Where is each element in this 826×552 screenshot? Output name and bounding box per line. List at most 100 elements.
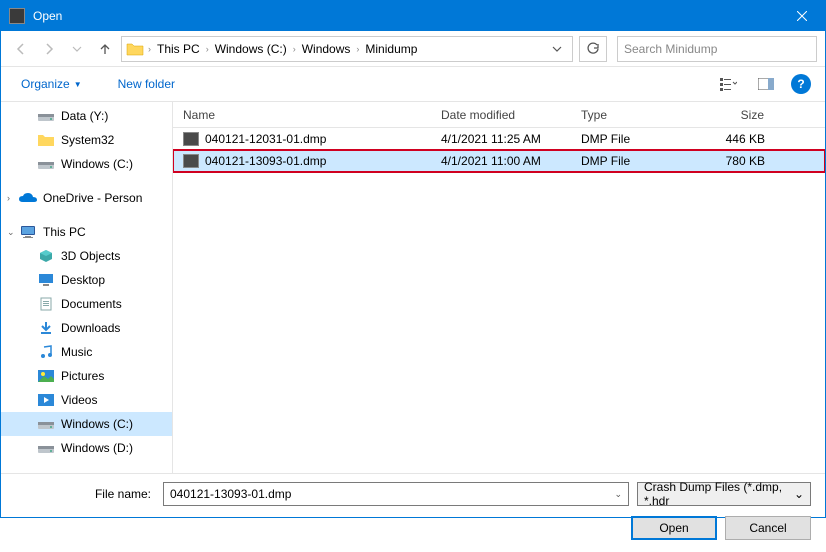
sidebar-item[interactable]: › OneDrive - Person (1, 186, 172, 210)
nav-recent-button[interactable] (65, 37, 89, 61)
pictures-icon (37, 368, 55, 384)
file-date: 4/1/2021 11:25 AM (431, 132, 571, 146)
close-button[interactable] (779, 1, 825, 31)
dmp-file-icon (183, 132, 199, 146)
search-input[interactable]: Search Minidump (617, 36, 817, 62)
breadcrumb-dropdown[interactable] (546, 46, 568, 52)
breadcrumb-sep: › (291, 44, 298, 54)
sidebar-item[interactable]: Windows (C:) (1, 152, 172, 176)
thispc-icon (19, 224, 37, 240)
address-bar: › This PC › Windows (C:) › Windows › Min… (1, 31, 825, 67)
column-name[interactable]: Name (173, 102, 431, 127)
breadcrumb-sep: › (146, 44, 153, 54)
column-type[interactable]: Type (571, 102, 695, 127)
breadcrumb-item[interactable]: Windows (C:) (211, 37, 291, 61)
footer: File name: 040121-13093-01.dmp ⌄ Crash D… (1, 473, 825, 552)
titlebar: Open (1, 1, 825, 31)
folder-icon (37, 132, 55, 148)
help-button[interactable]: ? (791, 74, 811, 94)
file-name: 040121-12031-01.dmp (205, 132, 326, 146)
dmp-file-icon (183, 154, 199, 168)
sidebar-item-label: Windows (C:) (61, 417, 133, 431)
3d-icon (37, 248, 55, 264)
preview-pane-button[interactable] (749, 72, 783, 96)
organize-button[interactable]: Organize ▼ (15, 73, 88, 95)
chevron-down-icon (72, 46, 82, 52)
sidebar-item[interactable]: Music (1, 340, 172, 364)
sidebar-item-label: Windows (C:) (61, 157, 133, 171)
sidebar-item[interactable]: Documents (1, 292, 172, 316)
sidebar-item[interactable]: Windows (D:) (1, 436, 172, 460)
docs-icon (37, 296, 55, 312)
drive-icon (37, 416, 55, 432)
column-date[interactable]: Date modified (431, 102, 571, 127)
app-icon (9, 8, 25, 24)
tree-expander-icon[interactable]: ⌄ (7, 227, 19, 238)
refresh-button[interactable] (579, 36, 607, 62)
sidebar-item[interactable]: 3D Objects (1, 244, 172, 268)
file-type: DMP File (571, 154, 695, 168)
drive-icon (37, 108, 55, 124)
file-list-header: Name Date modified Type Size (173, 102, 825, 128)
arrow-left-icon (14, 42, 28, 56)
file-size: 780 KB (695, 154, 775, 168)
sidebar-item-label: Downloads (61, 321, 120, 335)
filename-input[interactable]: 040121-13093-01.dmp ⌄ (163, 482, 629, 506)
videos-icon (37, 392, 55, 408)
file-row[interactable]: 040121-12031-01.dmp 4/1/2021 11:25 AM DM… (173, 128, 825, 150)
refresh-icon (586, 42, 600, 56)
chevron-down-icon (552, 46, 562, 52)
drive-icon (37, 440, 55, 456)
sidebar[interactable]: Data (Y:) System32 Windows (C:) › OneDrive -… (1, 102, 173, 473)
sidebar-item[interactable]: Pictures (1, 364, 172, 388)
search-placeholder: Search Minidump (624, 42, 717, 56)
cancel-button[interactable]: Cancel (725, 516, 811, 540)
file-row[interactable]: 040121-13093-01.dmp 4/1/2021 11:00 AM DM… (173, 150, 825, 172)
new-folder-button[interactable]: New folder (112, 73, 181, 95)
column-size[interactable]: Size (695, 102, 775, 127)
file-name: 040121-13093-01.dmp (205, 154, 326, 168)
sidebar-item[interactable]: Windows (C:) (1, 412, 172, 436)
sidebar-item-label: Videos (61, 393, 97, 407)
open-button[interactable]: Open (631, 516, 717, 540)
arrow-right-icon (42, 42, 56, 56)
nav-forward-button[interactable] (37, 37, 61, 61)
arrow-up-icon (98, 42, 112, 56)
sidebar-item-label: 3D Objects (61, 249, 120, 263)
breadcrumb-item[interactable]: This PC (153, 37, 204, 61)
caret-down-icon: ▼ (74, 80, 82, 89)
sidebar-item[interactable]: Desktop (1, 268, 172, 292)
drive-icon (37, 156, 55, 172)
breadcrumb-item[interactable]: Windows (298, 37, 355, 61)
folder-icon (126, 42, 144, 56)
nav-up-button[interactable] (93, 37, 117, 61)
sidebar-item-label: Desktop (61, 273, 105, 287)
desktop-icon (37, 272, 55, 288)
file-list[interactable]: Name Date modified Type Size 040121-1203… (173, 102, 825, 473)
sidebar-item-label: Data (Y:) (61, 109, 108, 123)
breadcrumb-sep: › (204, 44, 211, 54)
tree-expander-icon[interactable]: › (7, 193, 19, 203)
file-type-filter[interactable]: Crash Dump Files (*.dmp, *.hdr ⌄ (637, 482, 811, 506)
sidebar-item[interactable]: Data (Y:) (1, 104, 172, 128)
sidebar-item[interactable]: Downloads (1, 316, 172, 340)
music-icon (37, 344, 55, 360)
toolbar: Organize ▼ New folder ? (1, 67, 825, 101)
sidebar-item-label: This PC (43, 225, 86, 239)
breadcrumb-item[interactable]: Minidump (361, 37, 421, 61)
view-options-button[interactable] (711, 72, 745, 96)
onedrive-icon (19, 190, 37, 206)
sidebar-item-label: Music (61, 345, 92, 359)
sidebar-item[interactable]: Videos (1, 388, 172, 412)
sidebar-item[interactable]: ⌄ This PC (1, 220, 172, 244)
file-type: DMP File (571, 132, 695, 146)
filename-dropdown[interactable]: ⌄ (614, 489, 622, 500)
sidebar-item-label: Documents (61, 297, 122, 311)
close-icon (797, 11, 807, 21)
filename-label: File name: (15, 487, 155, 501)
sidebar-item-label: OneDrive - Person (43, 191, 142, 205)
sidebar-item[interactable]: System32 (1, 128, 172, 152)
nav-back-button[interactable] (9, 37, 33, 61)
file-date: 4/1/2021 11:00 AM (431, 154, 571, 168)
breadcrumb[interactable]: › This PC › Windows (C:) › Windows › Min… (121, 36, 573, 62)
